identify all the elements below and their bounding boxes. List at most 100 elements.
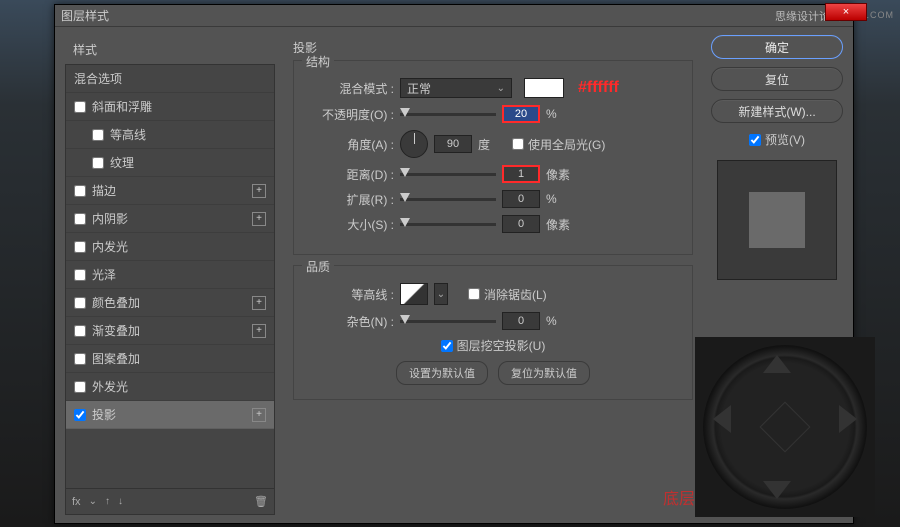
global-light-checkbox[interactable]: 使用全局光(G) [512, 136, 605, 153]
effect-checkbox[interactable] [92, 157, 104, 169]
global-light-input[interactable] [512, 138, 524, 150]
global-light-label: 使用全局光(G) [528, 136, 605, 153]
effect-checkbox[interactable] [74, 297, 86, 309]
preview-checkbox[interactable] [749, 134, 761, 146]
chevron-down-icon[interactable]: ⌄ [89, 496, 97, 507]
effect-label: 光泽 [92, 266, 116, 283]
noise-input[interactable]: 0 [502, 312, 540, 330]
size-label: 大小(S) : [306, 216, 394, 233]
styles-list: 混合选项 斜面和浮雕 等高线 纹理 描边+ 内阴影+ 内发光 光泽 颜色叠加+ … [65, 64, 275, 489]
effect-row[interactable]: 内阴影 + [66, 205, 274, 233]
effect-row[interactable]: 外发光 [66, 373, 274, 401]
dpad-left-icon [713, 405, 731, 433]
color-swatch[interactable] [524, 78, 564, 98]
preview-label: 预览(V) [765, 131, 805, 148]
antialias-checkbox[interactable]: 消除锯齿(L) [468, 286, 547, 303]
contour-picker[interactable] [400, 283, 428, 305]
reset-button[interactable]: 复位 [711, 67, 843, 91]
size-slider[interactable] [400, 223, 496, 226]
size-unit: 像素 [546, 216, 574, 233]
contour-dropdown[interactable]: ⌄ [434, 283, 448, 305]
distance-unit: 像素 [546, 166, 574, 183]
effect-checkbox[interactable] [74, 269, 86, 281]
opacity-unit: % [546, 107, 574, 121]
new-style-button[interactable]: 新建样式(W)... [711, 99, 843, 123]
styles-header: 样式 [65, 35, 275, 64]
effect-row[interactable]: 斜面和浮雕 [66, 93, 274, 121]
set-default-button[interactable]: 设置为默认值 [396, 361, 488, 385]
effect-checkbox[interactable] [74, 325, 86, 337]
reset-default-button[interactable]: 复位为默认值 [498, 361, 590, 385]
quality-legend: 品质 [302, 258, 334, 275]
section-title: 投影 [293, 39, 693, 56]
settings-panel: 投影 结构 混合模式 : 正常 #ffffff 不透明度(O) : 20 % 角… [283, 35, 703, 515]
opacity-input[interactable]: 20 [502, 105, 540, 123]
noise-slider[interactable] [400, 320, 496, 323]
effect-checkbox[interactable] [74, 381, 86, 393]
opacity-slider[interactable] [400, 113, 496, 116]
antialias-input[interactable] [468, 288, 480, 300]
titlebar: 图层样式 思缘设计论坛 × [55, 5, 853, 27]
angle-label: 角度(A) : [306, 136, 394, 153]
add-effect-icon[interactable]: + [252, 296, 266, 310]
effect-checkbox[interactable] [74, 353, 86, 365]
distance-label: 距离(D) : [306, 166, 394, 183]
add-effect-icon[interactable]: + [252, 324, 266, 338]
knockout-input[interactable] [441, 340, 453, 352]
noise-unit: % [546, 314, 574, 328]
effect-checkbox[interactable] [74, 241, 86, 253]
effect-row[interactable]: 纹理 [66, 149, 274, 177]
effect-row[interactable]: 内发光 [66, 233, 274, 261]
effect-row[interactable]: 渐变叠加+ [66, 317, 274, 345]
effect-label: 外发光 [92, 378, 128, 395]
dpad-right-icon [839, 405, 857, 433]
dialog-title: 图层样式 [61, 7, 775, 24]
arrow-down-icon[interactable]: ↓ [118, 496, 123, 507]
spread-slider[interactable] [400, 198, 496, 201]
size-input[interactable]: 0 [502, 215, 540, 233]
dpad-overlay: 底层 [695, 337, 875, 517]
angle-unit: 度 [478, 136, 506, 153]
effect-checkbox[interactable] [74, 185, 86, 197]
knockout-label: 图层挖空投影(U) [457, 337, 546, 354]
effect-row[interactable]: 描边 + [66, 177, 274, 205]
effect-checkbox[interactable] [74, 409, 86, 421]
angle-input[interactable]: 90 [434, 135, 472, 153]
effect-checkbox[interactable] [74, 213, 86, 225]
knockout-checkbox[interactable]: 图层挖空投影(U) [441, 337, 546, 354]
spread-label: 扩展(R) : [306, 191, 394, 208]
effect-row[interactable]: 图案叠加 [66, 345, 274, 373]
angle-knob[interactable] [400, 130, 428, 158]
distance-slider[interactable] [400, 173, 496, 176]
close-button[interactable]: × [825, 3, 867, 21]
add-effect-icon[interactable]: + [252, 212, 266, 226]
fx-label: fx [72, 496, 81, 508]
effect-row[interactable]: 颜色叠加+ [66, 289, 274, 317]
blend-options-row[interactable]: 混合选项 [66, 65, 274, 93]
arrow-up-icon[interactable]: ↑ [105, 496, 110, 507]
ok-button[interactable]: 确定 [711, 35, 843, 59]
effect-row[interactable]: 投影 + [66, 401, 274, 429]
blend-mode-select[interactable]: 正常 [400, 78, 512, 98]
effect-row[interactable]: 等高线 [66, 121, 274, 149]
add-effect-icon[interactable]: + [252, 184, 266, 198]
effect-label: 内发光 [92, 238, 128, 255]
preview-toggle[interactable]: 预览(V) [711, 131, 843, 148]
effect-checkbox[interactable] [74, 101, 86, 113]
structure-group: 结构 混合模式 : 正常 #ffffff 不透明度(O) : 20 % 角度(A… [293, 60, 693, 255]
opacity-label: 不透明度(O) : [306, 106, 394, 123]
distance-input[interactable]: 1 [502, 165, 540, 183]
preview-box [717, 160, 837, 280]
add-effect-icon[interactable]: + [252, 408, 266, 422]
color-annotation: #ffffff [578, 79, 619, 97]
structure-legend: 结构 [302, 53, 334, 70]
effect-row[interactable]: 光泽 [66, 261, 274, 289]
effect-label: 描边 [92, 182, 116, 199]
effect-label: 等高线 [110, 126, 146, 143]
trash-icon[interactable]: 🗑 [254, 495, 268, 508]
effect-checkbox[interactable] [92, 129, 104, 141]
spread-input[interactable]: 0 [502, 190, 540, 208]
antialias-label: 消除锯齿(L) [484, 286, 547, 303]
effect-label: 内阴影 [92, 210, 128, 227]
effect-label: 投影 [92, 406, 116, 423]
